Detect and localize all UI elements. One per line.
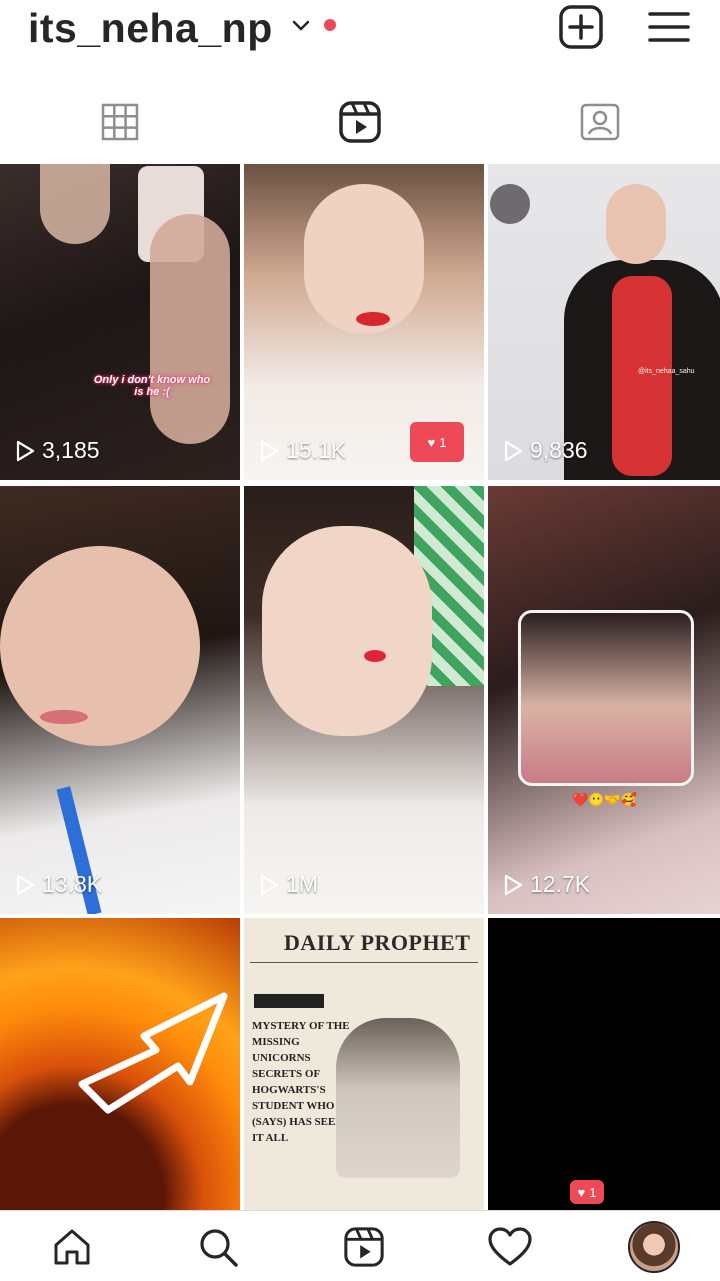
reel-tile[interactable]: DAILY PROPHET MYSTERY OF THE MISSING UNI… <box>244 918 484 1210</box>
tagged-icon <box>580 103 620 141</box>
play-icon <box>504 874 523 895</box>
reel-thumbnail-face <box>304 184 424 334</box>
like-notification-badge: ♥ 1 <box>410 422 464 462</box>
reel-tile[interactable]: ♥ 1 <box>488 918 720 1210</box>
heart-icon: ♥ <box>577 1184 586 1200</box>
nav-reels[interactable] <box>336 1219 392 1275</box>
view-count-text: 3,185 <box>42 437 100 463</box>
newspaper-thumbnail: DAILY PROPHET MYSTERY OF THE MISSING UNI… <box>244 918 484 1210</box>
dress-shape <box>612 276 672 476</box>
reels-grid: Only i don't know who is he :( 3,185 15.… <box>0 164 720 1210</box>
newspaper-title: DAILY PROPHET <box>284 930 471 955</box>
lips-shape <box>356 312 390 326</box>
reel-thumbnail-face <box>40 164 110 244</box>
reel-thumbnail-face <box>262 526 432 736</box>
view-count: 3,185 <box>14 437 100 464</box>
view-count-text: 9,836 <box>530 437 588 463</box>
tab-reels[interactable] <box>240 90 480 154</box>
reel-tile[interactable]: Only i don't know who is he :( 3,185 <box>0 164 240 480</box>
like-count: 1 <box>439 434 447 450</box>
lips-shape <box>40 710 88 724</box>
view-count: 12.7K <box>502 871 590 898</box>
cursor-arrow-icon <box>78 992 228 1114</box>
reel-thumbnail-face <box>606 184 666 264</box>
profile-avatar <box>628 1221 680 1273</box>
reel-tile[interactable]: 15.1K ♥ 1 <box>244 164 484 480</box>
bottom-navigation <box>0 1210 720 1281</box>
view-count: 13.8K <box>14 871 102 898</box>
reel-tile[interactable] <box>0 918 240 1210</box>
reel-tile[interactable]: 1M <box>244 486 484 914</box>
nav-home[interactable] <box>44 1219 100 1275</box>
view-count: 9,836 <box>502 437 588 464</box>
inset-photo-frame <box>518 610 694 786</box>
view-count-text: 12.7K <box>530 871 591 897</box>
nav-activity[interactable] <box>482 1219 538 1275</box>
reel-thumbnail-face <box>0 546 200 746</box>
play-icon <box>16 874 35 895</box>
play-icon <box>16 440 35 461</box>
create-plus-icon[interactable] <box>556 2 606 52</box>
divider <box>250 962 478 963</box>
like-count: 1 <box>589 1184 597 1200</box>
profile-header: its_neha_np <box>0 0 720 60</box>
home-icon <box>54 1229 90 1265</box>
reels-icon <box>339 101 381 143</box>
nav-profile[interactable] <box>626 1219 682 1275</box>
play-icon <box>260 874 279 895</box>
heart-icon: ♥ <box>427 434 436 450</box>
headline-bar <box>254 994 324 1008</box>
emoji-strip: ❤️😶🤝🥰 <box>572 792 637 807</box>
reels-icon <box>344 1227 384 1267</box>
notification-dot <box>324 19 336 31</box>
reel-tile[interactable]: ❤️😶🤝🥰 12.7K <box>488 486 720 914</box>
search-icon <box>200 1229 238 1267</box>
newspaper-portrait <box>336 1018 460 1178</box>
profile-tabs <box>0 90 720 154</box>
activity-heart-icon <box>488 1227 532 1266</box>
clock-shape <box>490 184 530 224</box>
reel-caption: Only i don't know who is he :( <box>93 374 211 398</box>
arm-shape <box>150 214 230 444</box>
play-icon <box>504 440 523 461</box>
play-icon <box>260 440 279 461</box>
view-count-text: 13.8K <box>42 871 103 897</box>
view-count-text: 1M <box>286 871 318 897</box>
view-count: 1M <box>258 871 318 898</box>
like-notification-badge: ♥ 1 <box>570 1180 604 1204</box>
overlay-text: @its_nehaa_sahu <box>638 368 695 375</box>
tab-tagged[interactable] <box>480 90 720 154</box>
view-count: 15.1K <box>258 437 346 464</box>
nav-search[interactable] <box>190 1219 246 1275</box>
tab-posts-grid[interactable] <box>0 90 240 154</box>
nose-shape <box>364 650 386 662</box>
reel-tile[interactable]: @its_nehaa_sahu 9,836 <box>488 164 720 480</box>
view-count-text: 15.1K <box>286 437 347 463</box>
profile-username[interactable]: its_neha_np <box>28 2 273 54</box>
reel-tile[interactable]: 13.8K <box>0 486 240 914</box>
menu-icon[interactable] <box>644 2 694 52</box>
grid-icon <box>101 103 139 141</box>
chevron-down-icon[interactable] <box>290 16 312 36</box>
